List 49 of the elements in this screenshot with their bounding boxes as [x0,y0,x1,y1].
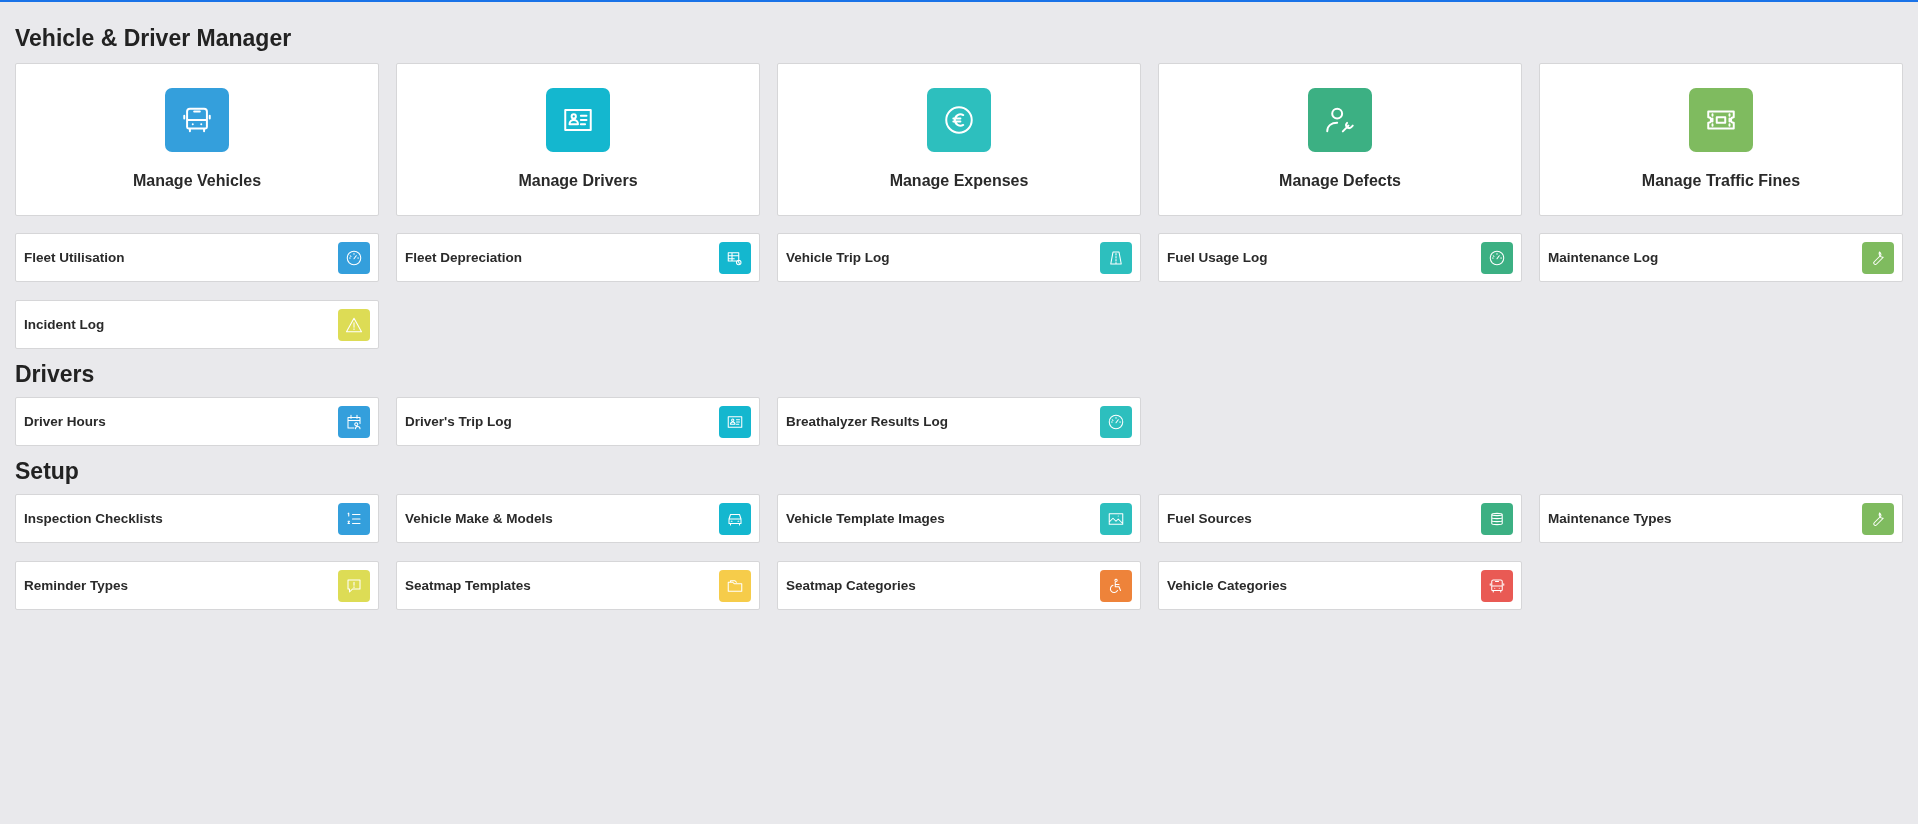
manage-card[interactable]: Manage Drivers [396,63,760,216]
menu-tile[interactable]: Fleet Depreciation [396,233,760,282]
tile-label: Driver's Trip Log [405,414,512,429]
manage-card[interactable]: Manage Traffic Fines [1539,63,1903,216]
card-label: Manage Expenses [889,172,1029,190]
card-label: Manage Traffic Fines [1641,172,1801,190]
tile-label: Fuel Sources [1167,511,1252,526]
manage-card[interactable]: Manage Defects [1158,63,1522,216]
menu-tile[interactable]: Seatmap Categories [777,561,1141,610]
card-label: Manage Vehicles [132,172,262,190]
tile-label: Maintenance Types [1548,511,1672,526]
tile-label: Maintenance Log [1548,250,1659,265]
menu-tile[interactable]: Seatmap Templates [396,561,760,610]
tile-label: Fuel Usage Log [1167,250,1268,265]
menu-tile[interactable]: Maintenance Types [1539,494,1903,543]
tile-label: Seatmap Categories [786,578,916,593]
tile-label: Breathalyzer Results Log [786,414,949,429]
tile-label: Inspection Checklists [24,511,163,526]
menu-tile[interactable]: Driver Hours [15,397,379,446]
menu-tile[interactable]: Incident Log [15,300,379,349]
menu-tile[interactable]: Driver's Trip Log [396,397,760,446]
tile-label: Incident Log [24,317,105,332]
tile-label: Fleet Depreciation [405,250,523,265]
tile-label: Vehicle Trip Log [786,250,890,265]
menu-tile[interactable]: Vehicle Template Images [777,494,1141,543]
menu-tile[interactable]: Vehicle Make & Models [396,494,760,543]
manage-card[interactable]: Manage Vehicles [15,63,379,216]
section-heading: Drivers [15,360,96,389]
card-label: Manage Defects [1279,172,1401,190]
menu-tile[interactable]: Fuel Sources [1158,494,1522,543]
card-label: Manage Drivers [518,172,638,190]
menu-tile[interactable]: Maintenance Log [1539,233,1903,282]
menu-tile[interactable]: Inspection Checklists [15,494,379,543]
menu-tile[interactable]: Breathalyzer Results Log [777,397,1141,446]
menu-tile[interactable]: Fleet Utilisation [15,233,379,282]
tile-label: Vehicle Template Images [786,511,945,526]
tile-label: Vehicle Categories [1167,578,1288,593]
tile-label: Fleet Utilisation [24,250,125,265]
tile-label: Driver Hours [24,414,106,429]
menu-tile[interactable]: Fuel Usage Log [1158,233,1522,282]
tile-label: Vehicle Make & Models [405,511,553,526]
manage-card[interactable]: Manage Expenses [777,63,1141,216]
section-heading: Setup [15,457,80,486]
menu-tile[interactable]: Vehicle Categories [1158,561,1522,610]
menu-tile[interactable]: Vehicle Trip Log [777,233,1141,282]
menu-tile[interactable]: Reminder Types [15,561,379,610]
tile-label: Seatmap Templates [405,578,531,593]
section-heading: Vehicle & Driver Manager [15,24,293,53]
tile-label: Reminder Types [24,578,129,593]
